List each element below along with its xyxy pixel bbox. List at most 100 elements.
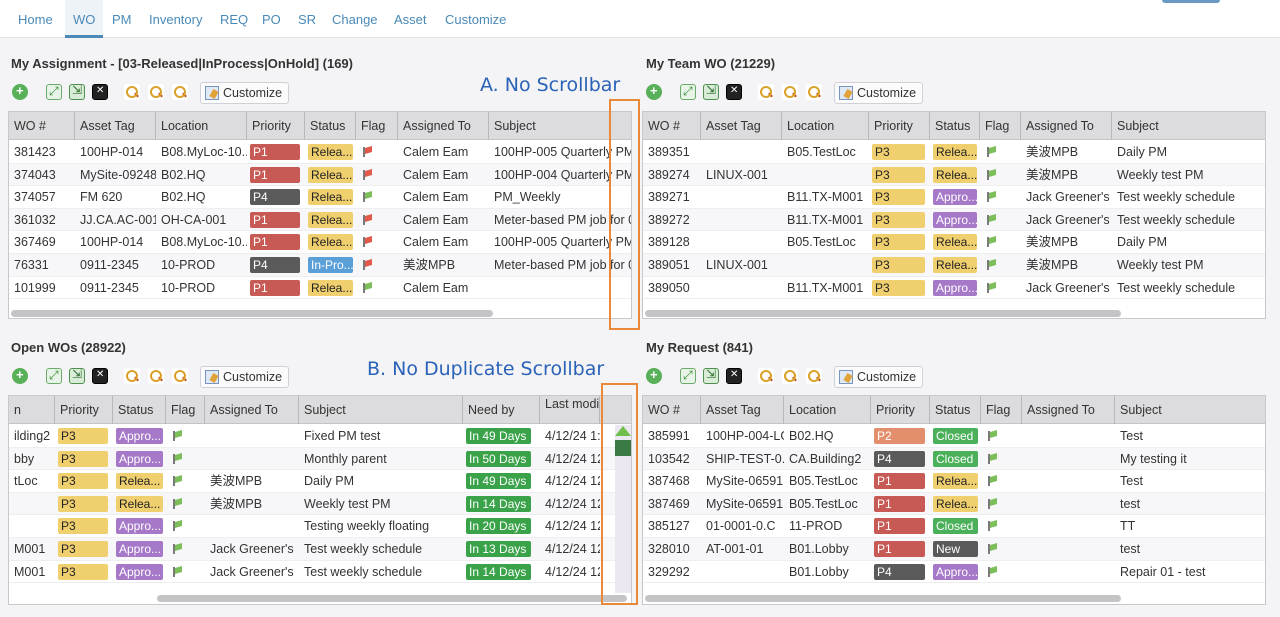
top-right-button[interactable]: [1162, 0, 1220, 3]
table-row[interactable]: 101999 0911-2345 10-PROD P1 Relea... Calem Ea…: [9, 277, 631, 300]
search-clear-icon[interactable]: [172, 84, 188, 100]
table-row[interactable]: 328010 AT-001-01 B01.Lobby P1 New test: [643, 538, 1265, 561]
column-header[interactable]: Assigned To: [205, 396, 299, 424]
search-edit-icon[interactable]: [148, 84, 164, 100]
tab-customize[interactable]: Customize: [437, 0, 514, 38]
clear-icon[interactable]: [92, 368, 108, 384]
table-row[interactable]: 389274 LINUX-001 P3 Relea... 美波MPB Weekly tes…: [643, 163, 1265, 187]
table-row[interactable]: bby P3 Appro... Monthly parent In 50 Days 4/1…: [9, 447, 631, 471]
expand-icon[interactable]: [46, 84, 62, 100]
column-header[interactable]: Priority: [247, 112, 305, 140]
flag-icon[interactable]: [987, 260, 995, 270]
column-header[interactable]: WO #: [643, 396, 701, 424]
add-icon[interactable]: [12, 83, 28, 100]
table-row[interactable]: P3 Relea... 美波MPB Weekly test PM In 14 Days 4…: [9, 492, 631, 516]
customize-button[interactable]: Customize: [834, 82, 924, 104]
search-edit-icon[interactable]: [148, 368, 164, 384]
table-row[interactable]: 367469 100HP-014 B08.MyLoc-10... P1 Relea...…: [9, 231, 631, 254]
table-row[interactable]: 389128 B05.TestLoc P3 Relea... 美波MPB Daily PM: [643, 231, 1265, 254]
flag-icon[interactable]: [987, 214, 995, 225]
search-icon[interactable]: [124, 84, 140, 100]
flag-icon[interactable]: [987, 237, 995, 248]
tab-wo[interactable]: WO: [65, 0, 104, 38]
flag-icon[interactable]: [987, 282, 995, 293]
flag-icon[interactable]: [363, 147, 371, 157]
column-header[interactable]: Subject: [299, 396, 463, 424]
column-header[interactable]: Asset Tag: [701, 112, 782, 140]
flag-icon[interactable]: [988, 521, 996, 532]
table-row[interactable]: tLoc P3 Relea... 美波MPB Daily PM In 49 Days 4/1…: [9, 470, 631, 493]
flag-icon[interactable]: [988, 566, 996, 577]
flag-icon[interactable]: [363, 237, 371, 248]
table-row[interactable]: 389050 B11.TX-M001 P3 Appro... Jack Greener'…: [643, 277, 1265, 300]
column-header[interactable]: n: [9, 396, 55, 424]
search-clear-icon[interactable]: [806, 368, 822, 384]
search-icon[interactable]: [758, 84, 774, 100]
column-header[interactable]: Status: [930, 112, 980, 140]
column-header[interactable]: Need by: [463, 396, 540, 424]
tab-asset[interactable]: Asset: [386, 0, 435, 38]
customize-button[interactable]: Customize: [200, 82, 290, 104]
customize-button[interactable]: Customize: [200, 366, 290, 388]
search-clear-icon[interactable]: [172, 368, 188, 384]
expand-icon[interactable]: [46, 368, 62, 384]
add-icon[interactable]: [646, 367, 662, 384]
table-row[interactable]: 374057 FM 620 B02.HQ P4 Relea... Calem Eam PM_…: [9, 186, 631, 209]
export-icon[interactable]: [703, 83, 719, 100]
table-row[interactable]: 385127 01-0001-0.C 11-PROD P1 Closed TT: [643, 515, 1265, 538]
flag-icon[interactable]: [363, 260, 371, 270]
column-header[interactable]: Assigned To: [398, 112, 489, 140]
flag-icon[interactable]: [173, 566, 181, 577]
flag-icon[interactable]: [987, 169, 995, 180]
horizontal-scrollbar[interactable]: [645, 595, 1121, 602]
flag-icon[interactable]: [363, 282, 371, 293]
flag-icon[interactable]: [987, 192, 995, 203]
column-header[interactable]: Location: [156, 112, 247, 140]
column-header[interactable]: Flag: [166, 396, 205, 424]
table-row[interactable]: 389271 B11.TX-M001 P3 Appro... Jack Greener'…: [643, 186, 1265, 209]
tab-change[interactable]: Change: [324, 0, 386, 38]
flag-icon[interactable]: [173, 544, 181, 554]
export-icon[interactable]: [69, 367, 85, 384]
tab-home[interactable]: Home: [10, 0, 61, 38]
column-header[interactable]: Subject: [1112, 112, 1265, 140]
add-icon[interactable]: [646, 83, 662, 100]
flag-icon[interactable]: [173, 521, 181, 532]
column-header[interactable]: Assigned To: [1022, 396, 1115, 424]
flag-icon[interactable]: [988, 431, 996, 441]
search-clear-icon[interactable]: [806, 84, 822, 100]
tab-po[interactable]: PO: [254, 0, 289, 38]
clear-icon[interactable]: [92, 84, 108, 100]
flag-icon[interactable]: [363, 169, 371, 180]
column-header[interactable]: WO #: [9, 112, 75, 140]
column-header[interactable]: Location: [784, 396, 871, 424]
column-header[interactable]: Asset Tag: [701, 396, 784, 424]
table-row[interactable]: ilding2 P3 Appro... Fixed PM test In 49 Days…: [9, 425, 631, 448]
clear-icon[interactable]: [726, 368, 742, 384]
table-row[interactable]: P3 Appro... Testing weekly floating In 20 D…: [9, 515, 631, 538]
customize-button[interactable]: Customize: [834, 366, 924, 388]
column-header[interactable]: Status: [305, 112, 356, 140]
flag-icon[interactable]: [988, 453, 996, 464]
column-header[interactable]: Last modified: [540, 396, 600, 424]
clear-icon[interactable]: [726, 84, 742, 100]
expand-icon[interactable]: [680, 368, 696, 384]
column-header[interactable]: Status: [113, 396, 166, 424]
column-header[interactable]: Priority: [55, 396, 113, 424]
horizontal-scrollbar[interactable]: [157, 595, 627, 602]
flag-icon[interactable]: [173, 453, 181, 464]
table-row[interactable]: 329292 B01.Lobby P4 Appro... Repair 01 - tes…: [643, 561, 1265, 584]
column-header[interactable]: WO #: [643, 112, 701, 140]
search-icon[interactable]: [758, 368, 774, 384]
column-header[interactable]: Priority: [871, 396, 930, 424]
flag-icon[interactable]: [173, 431, 181, 441]
add-icon[interactable]: [12, 367, 28, 384]
column-header[interactable]: Asset Tag: [75, 112, 156, 140]
search-edit-icon[interactable]: [782, 84, 798, 100]
column-header[interactable]: Flag: [981, 396, 1022, 424]
tab-pm[interactable]: PM: [104, 0, 140, 38]
table-row[interactable]: 389051 LINUX-001 P3 Relea... 美波MPB Weekly tes…: [643, 254, 1265, 277]
table-row[interactable]: M001 P3 Appro... Jack Greener's Test weekly …: [9, 538, 631, 561]
table-row[interactable]: M001 P3 Appro... Jack Greener's Test weekly …: [9, 561, 631, 584]
table-row[interactable]: 387468 MySite-06591 B05.TestLoc P1 Relea... T…: [643, 470, 1265, 493]
